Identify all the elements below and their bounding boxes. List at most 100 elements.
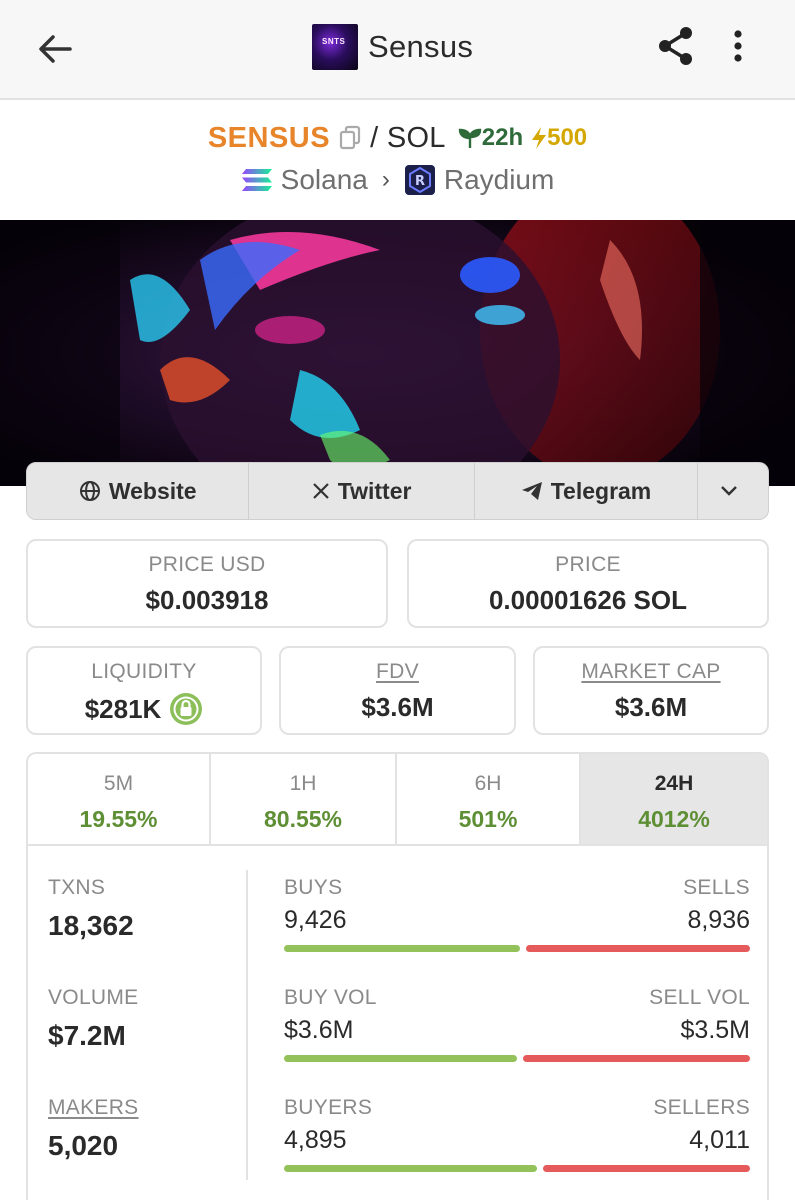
app-title-group: SNTS Sensus xyxy=(312,22,473,72)
globe-icon xyxy=(79,481,100,501)
lock-icon[interactable] xyxy=(169,692,203,726)
buy-bar-fill xyxy=(284,945,520,952)
liquidity-row: $281K xyxy=(28,692,260,726)
telegram-icon xyxy=(521,482,542,500)
buyers-sellers-stat: BUYERS SELLERS 4,895 4,011 xyxy=(284,1096,750,1172)
liquidity-card: LIQUIDITY $281K xyxy=(26,646,262,735)
fdv-label[interactable]: FDV xyxy=(281,660,514,684)
seedling-icon xyxy=(458,128,481,148)
timeframe-stats-panel: 5M 19.55% 1H 80.55% 6H 501% 24H 4012% TX… xyxy=(26,752,769,1200)
tab-24h[interactable]: 24H 4012% xyxy=(581,754,767,844)
buys-value: 9,426 xyxy=(284,906,347,934)
tab-label: 5M xyxy=(103,772,134,795)
sell-bar-fill xyxy=(526,945,750,952)
txns-stat: TXNS 18,362 xyxy=(48,876,228,942)
volume-value: $7.2M xyxy=(48,1020,126,1051)
avatar-text: SNTS xyxy=(322,37,346,46)
telegram-button[interactable]: Telegram xyxy=(475,463,699,519)
makers-label[interactable]: MAKERS xyxy=(48,1096,228,1120)
pair-separator: / xyxy=(370,121,379,154)
token-avatar: SNTS xyxy=(312,24,358,70)
tab-change: 501% xyxy=(458,806,518,832)
buy-vol-value: $3.6M xyxy=(284,1016,354,1044)
buyers-bar-fill xyxy=(284,1165,537,1172)
tab-6h[interactable]: 6H 501% xyxy=(397,754,582,844)
buyers-sellers-bar xyxy=(284,1165,750,1172)
buy-sell-volume-bar xyxy=(284,1055,750,1062)
tab-label: 1H xyxy=(289,772,317,795)
x-logo-icon xyxy=(312,483,329,499)
volume-stat: VOLUME $7.2M xyxy=(48,986,228,1052)
buys-sells-bar xyxy=(284,945,750,952)
timeframe-tabs: 5M 19.55% 1H 80.55% 6H 501% 24H 4012% xyxy=(28,754,767,846)
sellers-bar-fill xyxy=(543,1165,750,1172)
volume-label: VOLUME xyxy=(48,986,139,1009)
sellers-value: 4,011 xyxy=(689,1126,750,1154)
twitter-button[interactable]: Twitter xyxy=(249,463,475,519)
buy-sell-volume-stat: BUY VOL SELL VOL $3.6M $3.5M xyxy=(284,986,750,1062)
more-vertical-icon[interactable] xyxy=(716,22,760,70)
base-symbol: SENSUS xyxy=(207,121,331,154)
chain-name[interactable]: Solana xyxy=(281,164,368,196)
tab-label: 24H xyxy=(654,772,694,795)
boost-value: 500 xyxy=(547,124,588,151)
svg-text:R: R xyxy=(415,174,425,189)
tab-change: 80.55% xyxy=(264,806,343,832)
fdv-card[interactable]: FDV $3.6M xyxy=(279,646,516,735)
share-icon[interactable] xyxy=(652,22,700,70)
tab-1h[interactable]: 1H 80.55% xyxy=(211,754,398,844)
price-native-value: 0.00001626 SOL xyxy=(488,585,688,615)
boost-badge[interactable]: 500 xyxy=(531,124,587,152)
pair-header: SENSUS / SOL 22h 500 xyxy=(0,118,795,158)
solana-icon xyxy=(241,169,272,191)
back-arrow-icon[interactable] xyxy=(30,24,80,74)
sells-value: 8,936 xyxy=(687,906,750,934)
social-links-bar: Website Twitter Telegram xyxy=(26,462,769,520)
chevron-right-icon: › xyxy=(381,166,390,193)
price-usd-card: PRICE USD $0.003918 xyxy=(26,539,388,628)
telegram-label: Telegram xyxy=(550,477,652,504)
pair-age-value: 22h xyxy=(481,124,524,151)
tab-5m[interactable]: 5M 19.55% xyxy=(28,754,212,844)
buys-label: BUYS xyxy=(284,876,343,899)
twitter-label: Twitter xyxy=(337,477,412,504)
buy-vol-label: BUY VOL xyxy=(284,986,377,1009)
price-native-card: PRICE 0.00001626 SOL xyxy=(407,539,769,628)
lightning-icon xyxy=(532,127,547,149)
market-cap-label[interactable]: MARKET CAP xyxy=(535,660,767,684)
tab-change: 19.55% xyxy=(79,806,158,832)
chain-dex-breadcrumb: Solana › R Raydium xyxy=(0,160,795,200)
sell-vol-label: SELL VOL xyxy=(649,986,750,1009)
liquidity-value: $281K xyxy=(84,693,162,724)
market-cap-value: $3.6M xyxy=(614,692,688,722)
sells-label: SELLS xyxy=(683,876,750,899)
copy-icon[interactable] xyxy=(338,125,362,151)
buy-vol-bar-fill xyxy=(284,1055,517,1062)
page-title: Sensus xyxy=(368,29,474,64)
makers-stat[interactable]: MAKERS 5,020 xyxy=(48,1096,228,1162)
column-divider xyxy=(246,870,248,1180)
more-socials-dropdown[interactable] xyxy=(698,463,768,519)
dex-name[interactable]: Raydium xyxy=(444,164,554,196)
sell-vol-value: $3.5M xyxy=(680,1016,750,1044)
quote-symbol-group: / SOL xyxy=(370,122,446,155)
makers-value: 5,020 xyxy=(48,1130,119,1161)
raydium-icon: R xyxy=(404,165,435,195)
liquidity-label: LIQUIDITY xyxy=(91,660,197,683)
market-cap-card[interactable]: MARKET CAP $3.6M xyxy=(533,646,769,735)
txns-value: 18,362 xyxy=(48,910,134,941)
quote-symbol: SOL xyxy=(386,121,446,154)
price-native-label: PRICE xyxy=(555,553,621,576)
buyers-value: 4,895 xyxy=(284,1126,347,1154)
token-banner-image xyxy=(0,220,795,486)
sellers-label: SELLERS xyxy=(653,1096,750,1119)
website-label: Website xyxy=(108,477,197,504)
price-usd-label: PRICE USD xyxy=(148,553,266,576)
txns-label: TXNS xyxy=(48,876,106,899)
website-button[interactable]: Website xyxy=(27,463,250,519)
fdv-value: $3.6M xyxy=(361,692,434,722)
tab-label: 6H xyxy=(474,772,502,795)
buys-sells-stat: BUYS SELLS 9,426 8,936 xyxy=(284,876,750,952)
buyers-label: BUYERS xyxy=(284,1096,373,1119)
app-bar: SNTS Sensus xyxy=(0,0,795,100)
